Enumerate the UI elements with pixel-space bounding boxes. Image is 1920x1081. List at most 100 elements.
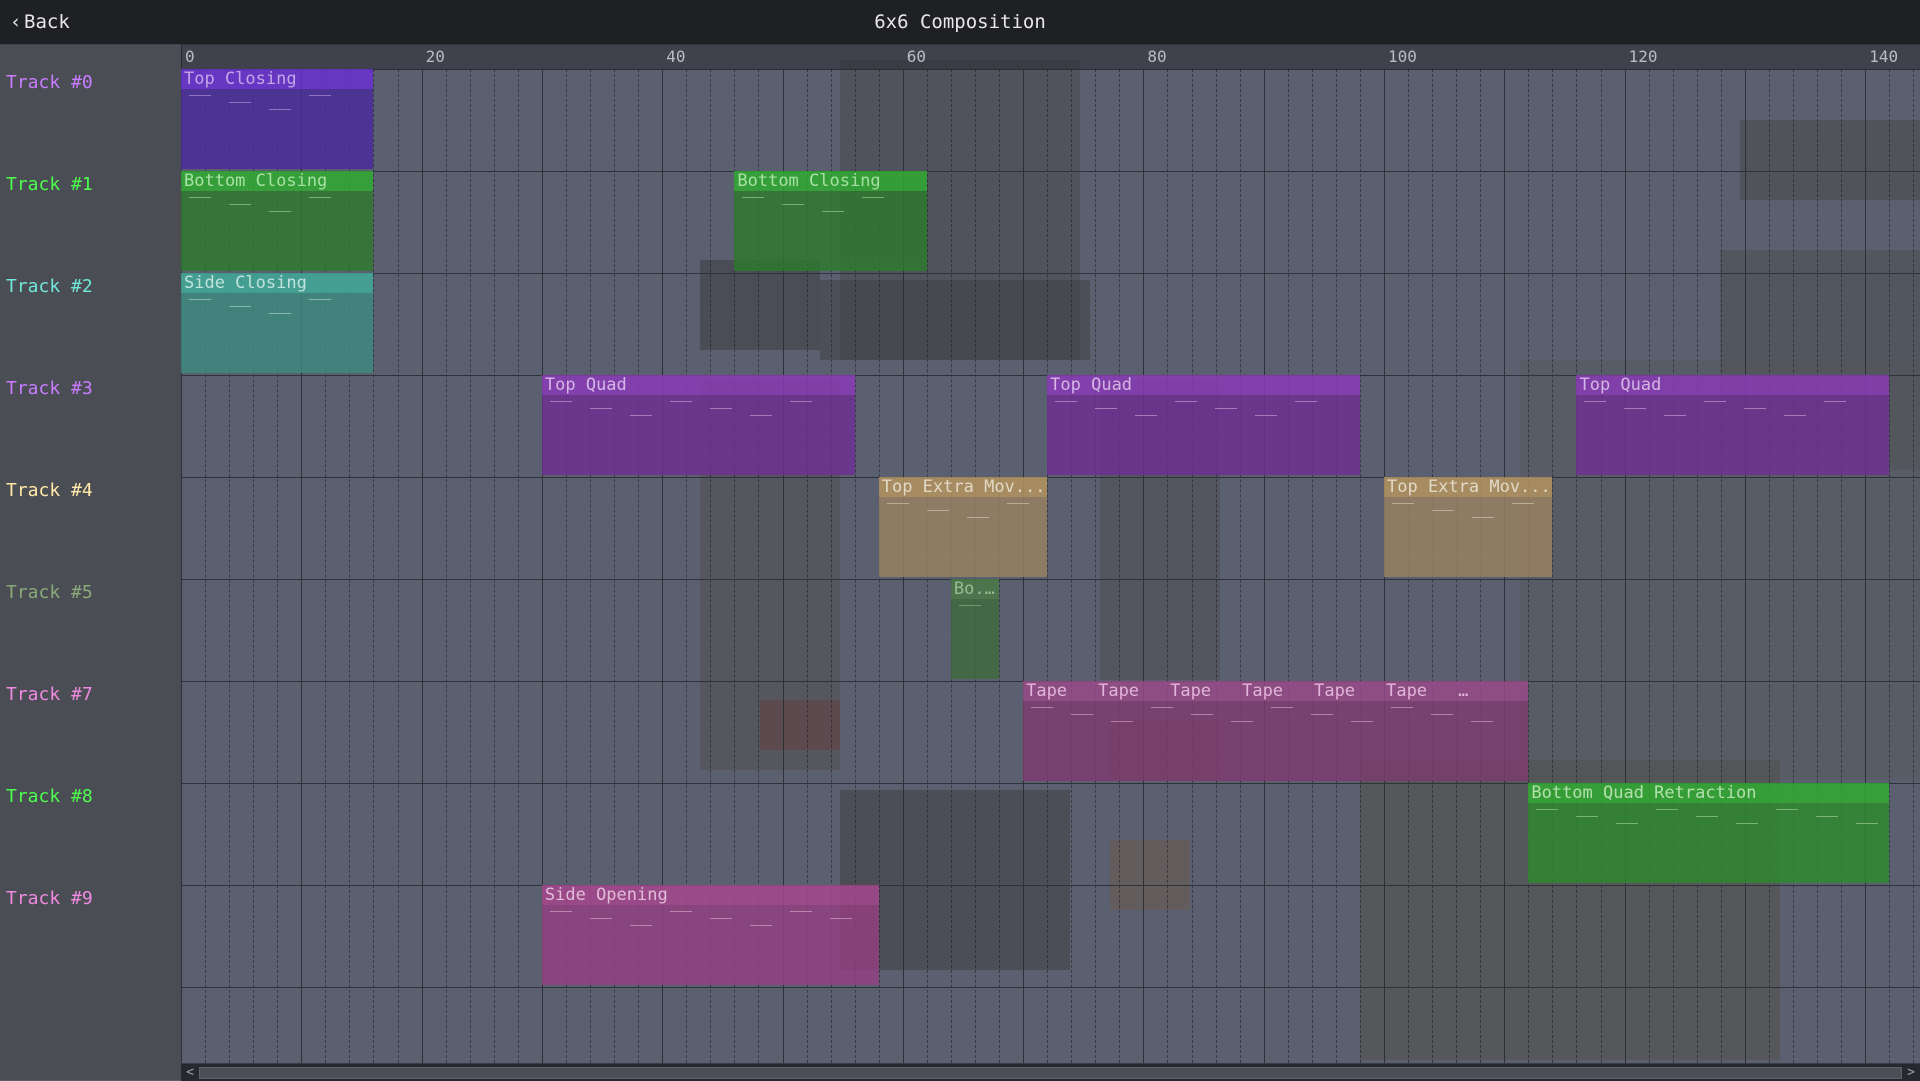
grid-line-minor [1095, 69, 1096, 1063]
keyframe-mark [1311, 714, 1333, 715]
grid-line-minor [518, 69, 519, 1063]
timeline-clip[interactable]: Top Quad [1047, 375, 1360, 475]
timeline-clip[interactable]: Bottom Closing [734, 171, 926, 271]
keyframe-mark [1856, 823, 1878, 824]
clip-keyframes [542, 401, 855, 431]
keyframe-mark [927, 510, 949, 511]
clip-title: Top Extra Mov... [1384, 477, 1552, 497]
grid-line-minor [1889, 69, 1890, 1063]
keyframe-mark [269, 313, 291, 314]
grid-line-major [1625, 69, 1626, 1063]
keyframe-mark [710, 408, 732, 409]
keyframe-mark [630, 415, 652, 416]
grid-line-major [1865, 69, 1866, 1063]
timeline-clip[interactable]: TapeTapeTapeTapeTapeTapeTape [1023, 681, 1528, 781]
keyframe-mark [1007, 503, 1029, 504]
grid-line-minor [1697, 69, 1698, 1063]
track-label: Track #5 [6, 582, 93, 603]
keyframe-mark [189, 95, 211, 96]
keyframe-mark [1472, 517, 1494, 518]
back-button[interactable]: ‹Back [4, 9, 76, 35]
page-title: 6x6 Composition [0, 0, 1920, 44]
keyframe-mark [1624, 408, 1646, 409]
grid-line-minor [494, 69, 495, 1063]
clip-keyframes [1384, 503, 1552, 533]
timeline-clip[interactable]: Top Quad [542, 375, 855, 475]
track-row-divider [181, 885, 1920, 886]
track-row-divider [181, 171, 1920, 172]
keyframe-mark [1191, 714, 1213, 715]
timeline-clip[interactable]: Top Closing [181, 69, 373, 169]
clip-keyframes [542, 911, 879, 941]
track-label: Track #2 [6, 276, 93, 297]
keyframe-mark [1616, 823, 1638, 824]
keyframe-mark [229, 102, 251, 103]
track-label: Track #3 [6, 378, 93, 399]
time-ruler[interactable]: 020406080100120140 [181, 44, 1920, 70]
keyframe-mark [229, 204, 251, 205]
grid-line-major [1143, 69, 1144, 1063]
keyframe-mark [750, 925, 772, 926]
ruler-tick-label: 60 [907, 47, 926, 66]
keyframe-mark [670, 911, 692, 912]
keyframe-mark [1095, 408, 1117, 409]
scroll-right-icon[interactable]: > [1902, 1064, 1920, 1081]
keyframe-mark [1776, 809, 1798, 810]
track-label: Track #7 [6, 684, 93, 705]
timeline-grid[interactable]: Top ClosingBottom ClosingBottom ClosingS… [181, 69, 1920, 1063]
grid-line-major [422, 69, 423, 1063]
keyframe-mark [1175, 401, 1197, 402]
ruler-tick-label: 40 [666, 47, 685, 66]
grid-line-minor [1601, 69, 1602, 1063]
keyframe-mark [189, 299, 211, 300]
top-bar: 6x6 Composition ‹Back [0, 0, 1920, 45]
timeline-clip[interactable]: Side Opening [542, 885, 879, 985]
keyframe-mark [1824, 401, 1846, 402]
track-label: Track #0 [6, 72, 93, 93]
clip-segment-label: Tape [1458, 681, 1528, 701]
ruler-tick-label: 0 [185, 47, 195, 66]
keyframe-mark [862, 197, 884, 198]
grid-line-minor [1312, 69, 1313, 1063]
keyframe-mark [550, 401, 572, 402]
scroll-left-icon[interactable]: < [181, 1064, 199, 1081]
clip-title: Side Opening [542, 885, 879, 905]
keyframe-mark [1536, 809, 1558, 810]
keyframe-mark [590, 408, 612, 409]
keyframe-mark [967, 517, 989, 518]
keyframe-mark [550, 911, 572, 912]
timeline-clip[interactable]: Bottom Quad Retraction [1528, 783, 1889, 883]
clip-segment-label: Tape [1386, 681, 1458, 701]
timeline-clip[interactable]: Bo... [951, 579, 999, 679]
timeline-clip[interactable]: Bottom Closing [181, 171, 373, 271]
timeline-clip[interactable]: Top Quad [1576, 375, 1889, 475]
keyframe-mark [822, 211, 844, 212]
keyframe-mark [959, 605, 981, 606]
keyframe-mark [1736, 823, 1758, 824]
keyframe-mark [1471, 721, 1493, 722]
timeline-clip[interactable]: Top Extra Mov... [1384, 477, 1552, 577]
timeline-clip[interactable]: Top Extra Mov... [879, 477, 1047, 577]
clip-keyframes [1576, 401, 1889, 431]
keyframe-mark [229, 306, 251, 307]
clip-keyframes [1528, 809, 1889, 839]
keyframe-mark [1816, 816, 1838, 817]
keyframe-mark [309, 299, 331, 300]
keyframe-mark [830, 918, 852, 919]
keyframe-mark [1744, 408, 1766, 409]
clip-title: Bo... [951, 579, 999, 599]
keyframe-mark [782, 204, 804, 205]
chevron-left-icon: ‹ [10, 9, 24, 35]
keyframe-mark [269, 211, 291, 212]
grid-line-minor [1240, 69, 1241, 1063]
keyframe-mark [630, 925, 652, 926]
scrollbar-thumb[interactable] [199, 1067, 1902, 1079]
grid-line-minor [1721, 69, 1722, 1063]
ruler-tick-label: 80 [1147, 47, 1166, 66]
timeline-clip[interactable]: Side Closing [181, 273, 373, 373]
ruler-tick-label: 20 [426, 47, 445, 66]
keyframe-mark [1431, 714, 1453, 715]
horizontal-scrollbar[interactable]: < > [181, 1063, 1920, 1081]
clip-title: Top Closing [181, 69, 373, 89]
clip-title: TapeTapeTapeTapeTapeTapeTape [1023, 681, 1528, 701]
